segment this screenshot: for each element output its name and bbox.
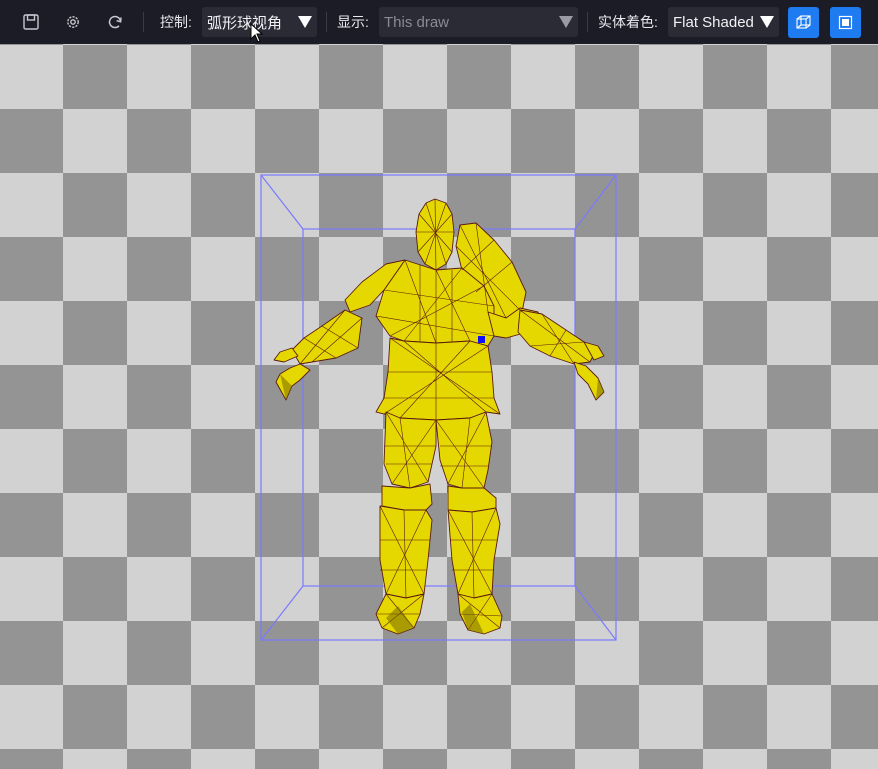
display-label: 显示: xyxy=(337,14,369,30)
toolbar-divider xyxy=(587,12,588,32)
solid-toggle-button[interactable] xyxy=(830,7,861,38)
scene-canvas[interactable] xyxy=(0,44,878,769)
chevron-down-icon xyxy=(298,16,312,28)
app-window: 控制: 弧形球视角 显示: This draw 实体着色: Flat Shade… xyxy=(0,0,878,769)
model-right-knee xyxy=(447,485,497,513)
model-mesh[interactable] xyxy=(273,198,605,635)
control-mode-value: 弧形球视角 xyxy=(207,14,283,32)
pivot-marker[interactable] xyxy=(478,336,485,343)
model-left-hand xyxy=(275,363,311,401)
model-right-thigh xyxy=(435,411,493,489)
model-left-knee xyxy=(381,483,433,511)
control-label: 控制: xyxy=(160,14,192,30)
display-placeholder: This draw xyxy=(384,13,450,31)
toolbar-divider xyxy=(143,12,144,32)
model-right-shin xyxy=(447,507,501,599)
shading-label: 实体着色: xyxy=(598,14,658,30)
chevron-down-icon xyxy=(760,16,774,28)
3d-viewport[interactable] xyxy=(0,44,878,769)
toolbar: 控制: 弧形球视角 显示: This draw 实体着色: Flat Shade… xyxy=(0,0,878,44)
chevron-down-icon xyxy=(559,16,573,28)
control-mode-select[interactable]: 弧形球视角 xyxy=(202,7,317,37)
solid-square-icon xyxy=(838,15,853,30)
shading-select[interactable]: Flat Shaded xyxy=(668,7,779,37)
shading-value: Flat Shaded xyxy=(673,13,754,31)
model-left-thigh xyxy=(383,411,437,489)
display-select[interactable]: This draw xyxy=(379,7,578,37)
wireframe-toggle-button[interactable] xyxy=(788,7,819,38)
wireframe-cube-icon xyxy=(796,15,811,29)
refresh-icon[interactable] xyxy=(104,11,126,33)
toolbar-divider xyxy=(326,12,327,32)
gear-icon[interactable] xyxy=(62,11,84,33)
save-icon[interactable] xyxy=(20,11,42,33)
